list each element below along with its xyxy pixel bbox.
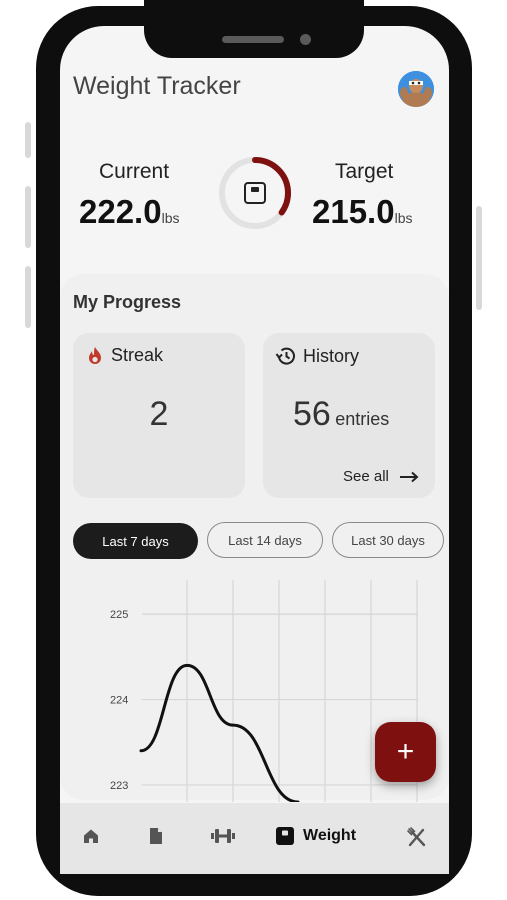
goal-progress-ring <box>219 157 291 229</box>
document-icon <box>150 828 162 844</box>
history-header: History <box>275 345 359 367</box>
filter-last-14-days[interactable]: Last 14 days <box>207 522 323 558</box>
y-tick-label: 223 <box>110 780 128 792</box>
add-entry-button[interactable]: + <box>375 722 436 782</box>
nav-workouts[interactable] <box>210 826 236 846</box>
history-count: 56 entries <box>293 395 389 434</box>
weight-line <box>139 663 300 802</box>
chart-y-ticks: 225 224 223 <box>110 609 128 792</box>
scale-icon <box>244 182 266 204</box>
avatar-image <box>398 71 434 107</box>
volume-down-button <box>25 266 31 328</box>
bottom-nav <box>60 803 449 874</box>
section-title: My Progress <box>73 292 182 312</box>
nav-weight[interactable]: Weight <box>275 826 356 846</box>
streak-tile: Streak 2 <box>73 333 245 498</box>
history-unit: entries <box>335 409 390 429</box>
power-button <box>476 206 482 310</box>
volume-up-button <box>25 186 31 248</box>
nav-notes[interactable] <box>146 826 166 846</box>
front-camera <box>300 34 311 45</box>
target-weight: 215.0lbs <box>312 193 413 231</box>
current-weight: 222.0lbs <box>79 193 180 231</box>
dumbbell-icon <box>211 829 235 843</box>
avatar[interactable] <box>398 71 434 107</box>
current-value: 222.0 <box>79 193 162 230</box>
see-all-link[interactable]: See all <box>343 468 419 485</box>
utensils-icon <box>407 827 426 847</box>
weight-chart: 225 224 223 <box>110 580 418 802</box>
mute-switch <box>25 122 31 158</box>
streak-header: Streak <box>85 345 163 366</box>
history-icon <box>275 347 295 365</box>
page-title: Weight Tracker <box>73 72 241 100</box>
y-tick-label: 224 <box>110 695 128 707</box>
see-all-label: See all <box>343 468 389 485</box>
nav-food[interactable] <box>406 826 428 848</box>
streak-label: Streak <box>111 345 164 365</box>
history-tile[interactable]: History 56 entries See all <box>263 333 435 498</box>
notch <box>144 0 364 58</box>
history-value: 56 <box>293 395 331 433</box>
target-value: 215.0 <box>312 193 395 230</box>
streak-value: 2 <box>149 395 169 433</box>
scale-icon <box>276 827 294 845</box>
nav-weight-label: Weight <box>303 827 357 844</box>
arrow-right-icon <box>399 471 419 482</box>
filter-last-7-days[interactable]: Last 7 days <box>73 523 198 559</box>
flame-icon <box>89 346 101 364</box>
nav-home[interactable] <box>81 826 101 846</box>
home-icon <box>84 829 98 843</box>
speaker <box>222 36 284 43</box>
target-unit: lbs <box>394 210 413 226</box>
current-unit: lbs <box>161 210 180 226</box>
target-label: Target <box>335 160 394 183</box>
y-tick-label: 225 <box>110 609 128 621</box>
history-label: History <box>303 345 360 366</box>
current-label: Current <box>99 160 170 183</box>
filter-last-30-days[interactable]: Last 30 days <box>332 522 444 558</box>
